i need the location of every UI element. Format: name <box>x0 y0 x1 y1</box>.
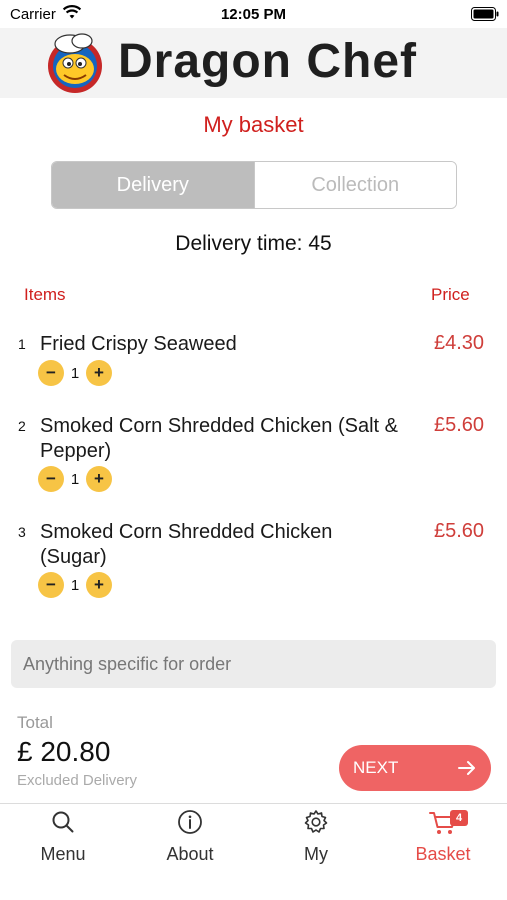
gear-icon <box>304 810 328 833</box>
search-icon <box>52 811 74 833</box>
quantity-value: 1 <box>70 576 80 594</box>
collection-segment[interactable]: Collection <box>253 162 456 208</box>
increase-quantity-button[interactable]: + <box>86 360 112 386</box>
brand-name: Dragon Chef <box>118 35 417 88</box>
item-index: 1 <box>18 336 26 352</box>
delivery-excluded-note: Excluded Delivery <box>17 772 138 789</box>
price-column-header: Price <box>431 285 470 304</box>
tab-about[interactable]: About <box>127 808 253 865</box>
tab-menu[interactable]: Menu <box>0 808 126 865</box>
quantity-stepper: − 1 + <box>38 572 112 598</box>
next-button-label: NEXT <box>353 758 399 777</box>
items-column-header: Items <box>24 285 66 304</box>
tab-my[interactable]: My <box>253 808 379 865</box>
decrease-quantity-button[interactable]: − <box>38 360 64 386</box>
item-index: 2 <box>18 418 26 434</box>
item-name: Smoked Corn Shredded Chicken (Salt & Pep… <box>40 415 398 462</box>
order-note-input[interactable]: Anything specific for order <box>11 640 496 688</box>
decrease-quantity-button[interactable]: − <box>38 572 64 598</box>
item-name: Smoked Corn Shredded Chicken (Sugar) <box>40 521 333 568</box>
item-price: £5.60 <box>434 414 485 436</box>
item-price: £4.30 <box>434 332 485 354</box>
app-header: Dragon Chef <box>0 28 507 98</box>
fulfilment-segmented-control: Delivery Collection <box>51 161 457 209</box>
arrow-right-icon <box>458 761 475 775</box>
increase-quantity-button[interactable]: + <box>86 572 112 598</box>
dragon-chef-logo-icon <box>48 33 102 93</box>
tab-bar: Menu About My 4 Basket <box>0 803 507 900</box>
tab-label: My <box>304 844 328 864</box>
tab-basket[interactable]: 4 Basket <box>380 808 506 865</box>
quantity-stepper: − 1 + <box>38 360 112 386</box>
item-index: 3 <box>18 524 26 540</box>
increase-quantity-button[interactable]: + <box>86 466 112 492</box>
next-button[interactable]: NEXT <box>339 745 491 791</box>
total-label: Total <box>17 713 53 732</box>
info-icon <box>178 810 202 834</box>
quantity-value: 1 <box>70 364 80 382</box>
battery-icon <box>471 7 499 21</box>
tab-label: About <box>166 844 214 864</box>
tab-label: Menu <box>40 844 86 864</box>
quantity-stepper: − 1 + <box>38 466 112 492</box>
item-price: £5.60 <box>434 520 485 542</box>
delivery-segment[interactable]: Delivery <box>52 162 254 208</box>
item-name: Fried Crispy Seaweed <box>40 333 237 355</box>
cart-count-badge: 4 <box>450 810 468 826</box>
clock: 12:05 PM <box>220 6 287 23</box>
page-title: My basket <box>203 112 304 137</box>
quantity-value: 1 <box>70 470 80 488</box>
total-value: £ 20.80 <box>17 736 111 767</box>
delivery-time: Delivery time: 45 <box>175 232 332 255</box>
status-bar: Carrier 12:05 PM <box>0 0 507 28</box>
decrease-quantity-button[interactable]: − <box>38 466 64 492</box>
tab-label: Basket <box>415 844 471 864</box>
